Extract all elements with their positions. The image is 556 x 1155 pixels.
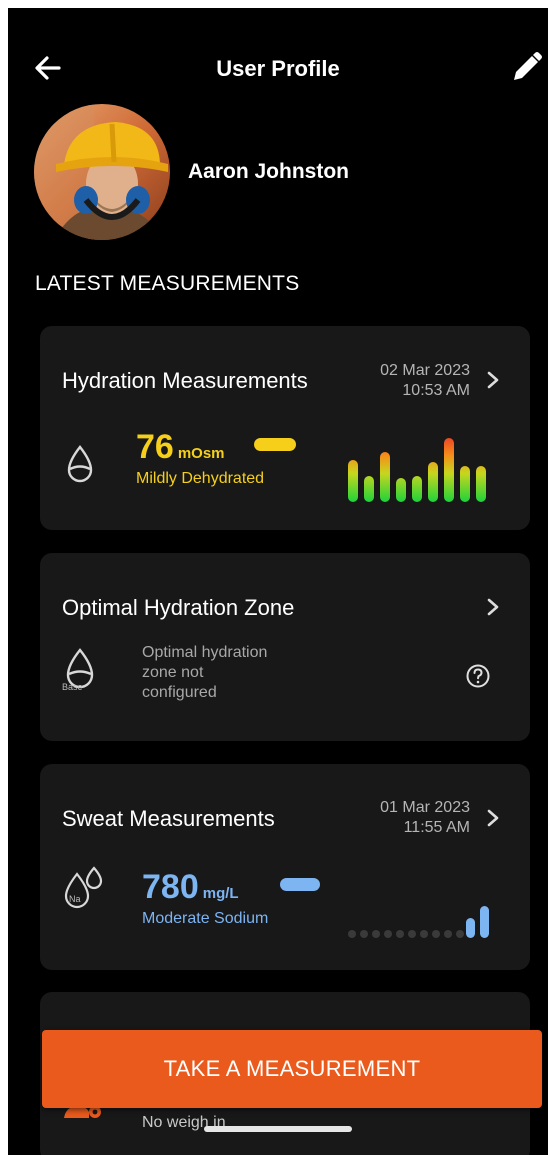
sodium-dot: [432, 930, 440, 938]
base-drop-icon: Base: [62, 648, 94, 692]
sodium-dot: [408, 930, 416, 938]
chevron-right-icon[interactable]: [486, 370, 500, 390]
sodium-level-pill: [280, 878, 320, 891]
avatar-photo: [34, 104, 170, 240]
hydration-zone-title: Optimal Hydration Zone: [62, 595, 295, 620]
base-drop-label: Base: [62, 682, 83, 692]
sweat-date: 01 Mar 2023 11:55 AM: [380, 798, 470, 838]
sweat-status: Moderate Sodium: [142, 910, 269, 927]
chevron-right-icon[interactable]: [486, 808, 500, 828]
hydration-bar-chart: [348, 438, 486, 502]
sweat-time-text: 11:55 AM: [403, 819, 470, 836]
sodium-bar: [480, 906, 489, 938]
section-title: LATEST MEASUREMENTS: [35, 272, 300, 295]
hydration-bar: [380, 452, 390, 502]
sweat-date-text: 01 Mar 2023: [380, 799, 470, 816]
sodium-dot: [444, 930, 452, 938]
hydration-bar: [412, 476, 422, 502]
hydration-bar: [476, 466, 486, 502]
sweat-value-number: 780: [142, 868, 199, 906]
page-title: User Profile: [216, 56, 340, 81]
hydration-time-text: 10:53 AM: [402, 382, 470, 399]
hydration-card-title: Hydration Measurements: [62, 368, 308, 393]
sweat-card[interactable]: Sweat Measurements 01 Mar 2023 11:55 AM …: [40, 764, 530, 970]
sweat-unit: mg/L: [202, 885, 239, 902]
hydration-date: 02 Mar 2023 10:53 AM: [380, 361, 470, 401]
zone-message-line: zone not: [142, 664, 204, 681]
sodium-drops-label: Na: [69, 894, 81, 904]
avatar[interactable]: [34, 104, 170, 240]
sodium-dot: [384, 930, 392, 938]
chevron-right-icon[interactable]: [486, 597, 500, 617]
home-indicator[interactable]: [204, 1126, 352, 1132]
hydration-bar: [396, 478, 406, 502]
hydration-bar: [348, 460, 358, 502]
sodium-dot: [456, 930, 464, 938]
sweat-value: 780 mg/L: [142, 868, 239, 907]
hydration-bar: [428, 462, 438, 502]
hydration-bar: [444, 438, 454, 502]
sodium-dot: [360, 930, 368, 938]
help-icon[interactable]: [465, 663, 491, 689]
sodium-dot: [348, 930, 356, 938]
hydration-value-number: 76: [136, 428, 174, 466]
sodium-dot: [396, 930, 404, 938]
sodium-dot: [420, 930, 428, 938]
hydration-level-pill: [254, 438, 296, 451]
user-name: Aaron Johnston: [188, 160, 349, 183]
hydration-status: Mildly Dehydrated: [136, 470, 265, 487]
hydration-bar: [460, 466, 470, 502]
hydration-date-text: 02 Mar 2023: [380, 362, 470, 379]
hydration-zone-message: Optimal hydration zone not configured: [142, 643, 267, 703]
hydration-unit: mOsm: [177, 445, 225, 462]
hydration-bar: [364, 476, 374, 502]
zone-message-line: configured: [142, 684, 217, 701]
sodium-dot: [372, 930, 380, 938]
pencil-icon[interactable]: [508, 50, 544, 86]
water-drop-icon: [67, 445, 93, 483]
hydration-zone-card[interactable]: Optimal Hydration Zone Base Optimal hydr…: [40, 553, 530, 741]
take-measurement-button[interactable]: TAKE A MEASUREMENT: [42, 1030, 542, 1108]
hydration-value: 76 mOsm: [136, 428, 225, 467]
sodium-bar: [466, 918, 475, 938]
zone-message-line: Optimal hydration: [142, 644, 268, 661]
sweat-card-title: Sweat Measurements: [62, 806, 275, 831]
sodium-level-chart: [348, 906, 489, 938]
sodium-drops-icon: Na: [64, 866, 103, 909]
app-screen: User Profile Aaron Johnston LATEST MEASU…: [8, 8, 548, 1155]
hydration-card[interactable]: Hydration Measurements 02 Mar 2023 10:53…: [40, 326, 530, 530]
